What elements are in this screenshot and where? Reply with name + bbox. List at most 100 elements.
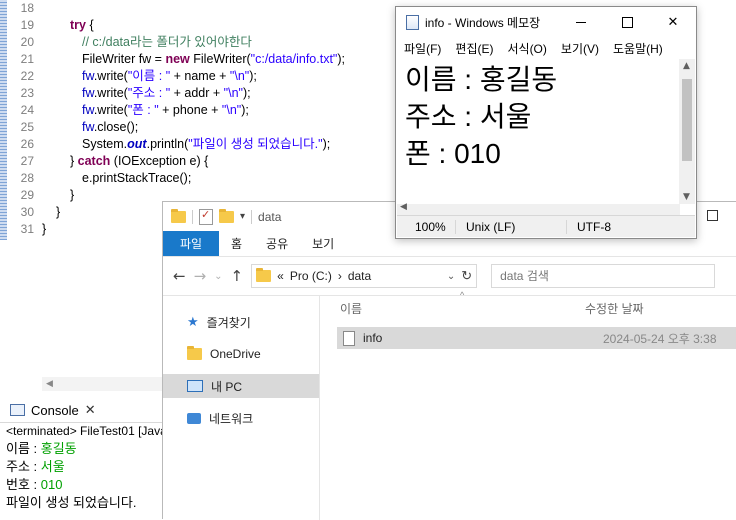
code-line[interactable]: e.printStackTrace(); — [42, 170, 345, 187]
code-token: ); — [337, 52, 346, 66]
new-folder-icon[interactable] — [219, 208, 234, 223]
nav-item-onedrive[interactable]: OneDrive — [163, 342, 319, 366]
divider — [192, 209, 193, 224]
nav-item-quick-access[interactable]: ★ 즐겨찾기 — [163, 310, 319, 334]
code-token: "\n" — [229, 69, 250, 83]
properties-icon[interactable] — [199, 208, 213, 225]
nav-item-network[interactable]: 네트워크 — [163, 406, 319, 430]
code-line[interactable]: fw.write("폰 : " + phone + "\n"); — [42, 102, 345, 119]
minimize-button[interactable] — [558, 7, 604, 37]
notepad-status-bar: 100% Unix (LF) UTF-8 — [397, 215, 695, 237]
nav-item-this-pc[interactable]: 내 PC — [163, 374, 319, 398]
code-line[interactable]: // c:/data라는 폴더가 있어야한다 — [42, 34, 345, 51]
forward-arrow-icon[interactable]: → — [194, 267, 207, 285]
file-list: ^ 이름 수정한 날짜 info 2024-05-24 오후 3:38 — [320, 290, 736, 520]
menu-file[interactable]: 파일(F) — [404, 40, 441, 57]
recent-locations-chevron-icon[interactable]: ⌄ — [214, 271, 222, 282]
menu-edit[interactable]: 편집(E) — [455, 40, 493, 57]
scroll-left-icon[interactable]: ◀ — [400, 202, 407, 212]
file-explorer-window: ▾ data 파일 홈 공유 보기 ← → ⌄ ↑ « Pro (C:) › d… — [162, 201, 736, 520]
code-line[interactable]: } catch (IOException e) { — [42, 153, 345, 170]
scroll-left-icon[interactable]: ◀ — [46, 377, 53, 391]
code-token: } — [70, 188, 75, 202]
code-line[interactable]: fw.write("이름 : " + name + "\n"); — [42, 68, 345, 85]
tab-file[interactable]: 파일 — [163, 231, 219, 256]
code-token: + addr + — [170, 86, 224, 100]
code-token: fw — [82, 103, 94, 117]
code-token: catch — [77, 154, 111, 168]
text-file-icon — [343, 330, 355, 346]
code-token: "이름 : " — [127, 69, 171, 83]
address-folder[interactable]: data — [348, 269, 441, 283]
code-token: "c:/data/info.txt" — [250, 52, 338, 66]
file-row[interactable]: info 2024-05-24 오후 3:38 — [337, 327, 736, 349]
change-ruler — [0, 0, 7, 240]
code-token: "\n" — [221, 103, 242, 117]
folder-icon — [256, 268, 272, 282]
refresh-icon[interactable]: ↻ — [461, 268, 472, 284]
text-line: 폰 : 010 — [405, 138, 501, 169]
line-number: 29 — [20, 188, 34, 202]
scroll-up-icon[interactable]: ▲ — [683, 61, 690, 71]
address-separator[interactable]: › — [338, 269, 342, 283]
code-line[interactable]: FileWriter fw = new FileWriter("c:/data/… — [42, 51, 345, 68]
console-view: Console ✕ <terminated> FileTest01 [Java … — [0, 398, 170, 519]
code-token: ); — [241, 103, 249, 117]
notepad-vertical-scrollbar[interactable]: ▲ ▼ — [679, 59, 695, 204]
tab-home[interactable]: 홈 — [219, 231, 254, 256]
close-icon: ✕ — [667, 14, 679, 29]
code-token: } — [56, 205, 61, 219]
line-number: 20 — [20, 35, 34, 49]
code-token: + phone + — [158, 103, 222, 117]
code-token: out — [127, 137, 147, 151]
maximize-button[interactable] — [604, 7, 650, 37]
column-name-header[interactable]: 이름 — [320, 300, 585, 317]
network-icon — [187, 412, 201, 424]
line-number: 27 — [20, 154, 34, 168]
encoding: UTF-8 — [566, 219, 611, 234]
close-icon[interactable]: ✕ — [85, 402, 96, 418]
file-modified-date: 2024-05-24 오후 3:38 — [603, 331, 717, 346]
notepad-window: info - Windows 메모장 ✕ 파일(F) 편집(E) 서식(O) 보… — [395, 6, 697, 239]
back-arrow-icon[interactable]: ← — [173, 267, 186, 285]
code-line[interactable]: try { — [42, 17, 345, 34]
menu-view[interactable]: 보기(V) — [561, 40, 599, 57]
code-token: .close(); — [93, 120, 139, 134]
address-prefix[interactable]: « — [277, 269, 284, 283]
menu-format[interactable]: 서식(O) — [507, 40, 546, 57]
line-number: 21 — [20, 52, 34, 66]
code-line[interactable] — [42, 0, 345, 17]
menu-help[interactable]: 도움말(H) — [613, 40, 663, 57]
column-modified-header[interactable]: 수정한 날짜 — [585, 300, 644, 317]
line-number: 30 — [20, 205, 34, 219]
console-output-line: 번호 : 010 — [6, 477, 63, 492]
maximize-icon[interactable] — [707, 210, 718, 221]
tab-view[interactable]: 보기 — [300, 231, 346, 256]
tab-share[interactable]: 공유 — [254, 231, 300, 256]
console-icon — [10, 404, 25, 416]
address-drive[interactable]: Pro (C:) — [290, 269, 332, 283]
line-number: 18 — [20, 1, 34, 15]
up-arrow-icon[interactable]: ↑ — [231, 267, 244, 285]
code-token: try — [70, 18, 86, 32]
close-button[interactable]: ✕ — [650, 7, 696, 37]
code-token: fw — [82, 69, 94, 83]
code-line[interactable]: fw.write("주소 : " + addr + "\n"); — [42, 85, 345, 102]
console-tab[interactable]: Console ✕ — [0, 398, 170, 423]
search-input[interactable]: data 검색 — [491, 264, 716, 288]
code-line[interactable]: fw.close(); — [42, 119, 345, 136]
file-name: info — [363, 331, 383, 345]
code-token: .write( — [93, 69, 128, 83]
notepad-title-bar[interactable]: info - Windows 메모장 ✕ — [396, 7, 696, 37]
scroll-thumb[interactable] — [682, 79, 692, 161]
quick-access-dropdown-icon[interactable]: ▾ — [240, 211, 245, 222]
navigation-bar: ← → ⌄ ↑ « Pro (C:) › data ⌄ ↻ data 검색 — [163, 256, 736, 296]
address-bar[interactable]: « Pro (C:) › data ⌄ ↻ — [251, 264, 478, 288]
notepad-text-area[interactable]: 이름 : 홍길동 주소 : 서울 폰 : 010 — [397, 59, 679, 204]
explorer-title: data — [258, 209, 282, 224]
code-line[interactable]: System.out.println("파일이 생성 되었습니다."); — [42, 136, 345, 153]
maximize-icon — [621, 16, 633, 28]
address-dropdown-icon[interactable]: ⌄ — [447, 271, 455, 282]
line-number: 28 — [20, 171, 34, 185]
scroll-down-icon[interactable]: ▼ — [683, 192, 690, 202]
